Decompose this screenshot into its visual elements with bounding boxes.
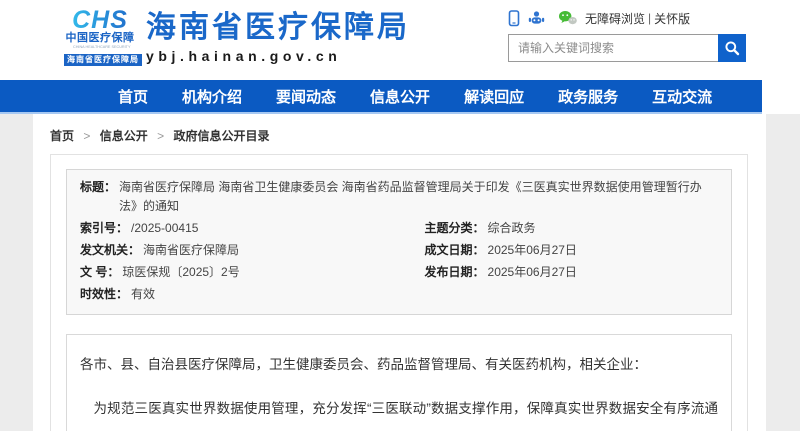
breadcrumb-separator: > (83, 129, 90, 143)
meta-row-validity: 时效性： 有效 (80, 285, 718, 304)
chs-logo-org-name: 海南省医疗保障局 (64, 54, 142, 66)
document-paragraph: 为规范三医真实世界数据使用管理，充分发挥“三医联动”数据支撑作用，保障真实世界数… (80, 394, 718, 431)
document-meta-table: 标题： 海南省医疗保障局 海南省卫生健康委员会 海南省药品监督管理局关于印发《三… (66, 169, 732, 315)
content-panel: 首页 > 信息公开 > 政府信息公开目录 标题： 海南省医疗保障局 海南省卫生健… (33, 114, 766, 431)
breadcrumb-gov-info-directory[interactable]: 政府信息公开目录 (173, 129, 269, 143)
accessibility-robot-icon[interactable] (528, 10, 545, 27)
accessibility-link[interactable]: 无障碍浏览 (585, 10, 645, 27)
nav-item-gov-services[interactable]: 政务服务 (558, 86, 618, 107)
site-url: ybj.hainan.gov.cn (146, 48, 410, 64)
meta-doc-no-label: 文 号： (80, 263, 119, 282)
quick-links-divider: | (648, 11, 651, 25)
meta-written-date-label: 成文日期： (425, 241, 485, 260)
site-titles: 海南省医疗保障局 ybj.hainan.gov.cn (146, 9, 410, 64)
meta-row-title: 标题： 海南省医疗保障局 海南省卫生健康委员会 海南省药品监督管理局关于印发《三… (80, 178, 718, 216)
meta-written-date-value: 2025年06月27日 (488, 241, 577, 260)
care-version-link[interactable]: 关怀版 (654, 10, 690, 27)
page: CHS 中国医疗保障 CHINA HEALTHCARE SECURITY 海南省… (0, 0, 800, 431)
breadcrumb-home[interactable]: 首页 (50, 129, 74, 143)
search-input[interactable] (508, 34, 718, 62)
meta-row-index: 索引号： /2025-00415 主题分类： 综合政务 (80, 219, 718, 238)
mobile-phone-icon[interactable] (508, 10, 520, 27)
meta-validity-value: 有效 (131, 285, 155, 304)
main-nav: 首页 机构介绍 要闻动态 信息公开 解读回应 政务服务 互动交流 (0, 80, 762, 114)
quick-links: 无障碍浏览 | 关怀版 (508, 9, 746, 27)
site-brand[interactable]: CHS 中国医疗保障 CHINA HEALTHCARE SECURITY 海南省… (64, 9, 410, 66)
chs-logo: CHS 中国医疗保障 CHINA HEALTHCARE SECURITY 海南省… (64, 9, 136, 66)
nav-item-info-disclosure[interactable]: 信息公开 (370, 86, 430, 107)
header-right: 无障碍浏览 | 关怀版 (508, 9, 746, 62)
breadcrumb-separator: > (157, 129, 164, 143)
meta-title-value: 海南省医疗保障局 海南省卫生健康委员会 海南省药品监督管理局关于印发《三医真实世… (119, 178, 718, 216)
nav-item-news[interactable]: 要闻动态 (276, 86, 336, 107)
meta-publish-date-value: 2025年06月27日 (488, 263, 577, 282)
meta-title-label: 标题： (80, 178, 116, 216)
document-container: 标题： 海南省医疗保障局 海南省卫生健康委员会 海南省药品监督管理局关于印发《三… (50, 154, 748, 431)
meta-index-label: 索引号： (80, 219, 128, 238)
site-header: CHS 中国医疗保障 CHINA HEALTHCARE SECURITY 海南省… (0, 0, 800, 80)
meta-doc-no-value: 琼医保规〔2025〕2号 (122, 263, 239, 282)
nav-item-interpretation[interactable]: 解读回应 (464, 86, 524, 107)
chs-logo-abbr: CHS (64, 9, 136, 32)
wechat-icon[interactable] (558, 10, 578, 26)
nav-item-interaction[interactable]: 互动交流 (652, 86, 712, 107)
meta-category-label: 主题分类： (425, 219, 485, 238)
search-bar (508, 34, 746, 62)
breadcrumb-info-disclosure[interactable]: 信息公开 (100, 129, 148, 143)
meta-index-value: /2025-00415 (131, 219, 198, 238)
meta-row-doc-no: 文 号： 琼医保规〔2025〕2号 发布日期： 2025年06月27日 (80, 263, 718, 282)
document-body: 各市、县、自治县医疗保障局，卫生健康委员会、药品监督管理局、有关医药机构，相关企… (66, 334, 732, 431)
site-title: 海南省医疗保障局 (146, 11, 410, 45)
chs-logo-cn-name: 中国医疗保障 (64, 33, 136, 44)
meta-row-issuer: 发文机关： 海南省医疗保障局 成文日期： 2025年06月27日 (80, 241, 718, 260)
search-icon (724, 40, 740, 56)
breadcrumb: 首页 > 信息公开 > 政府信息公开目录 (50, 127, 748, 144)
document-salutation: 各市、县、自治县医疗保障局，卫生健康委员会、药品监督管理局、有关医药机构，相关企… (80, 350, 718, 380)
search-button[interactable] (718, 34, 746, 62)
meta-category-value: 综合政务 (488, 219, 536, 238)
meta-publish-date-label: 发布日期： (425, 263, 485, 282)
meta-validity-label: 时效性： (80, 285, 128, 304)
nav-item-about[interactable]: 机构介绍 (182, 86, 242, 107)
meta-issuer-value: 海南省医疗保障局 (143, 241, 239, 260)
content-background: 首页 > 信息公开 > 政府信息公开目录 标题： 海南省医疗保障局 海南省卫生健… (0, 114, 800, 431)
nav-item-home[interactable]: 首页 (118, 86, 148, 107)
meta-issuer-label: 发文机关： (80, 241, 140, 260)
chs-logo-en-name: CHINA HEALTHCARE SECURITY (73, 46, 127, 50)
